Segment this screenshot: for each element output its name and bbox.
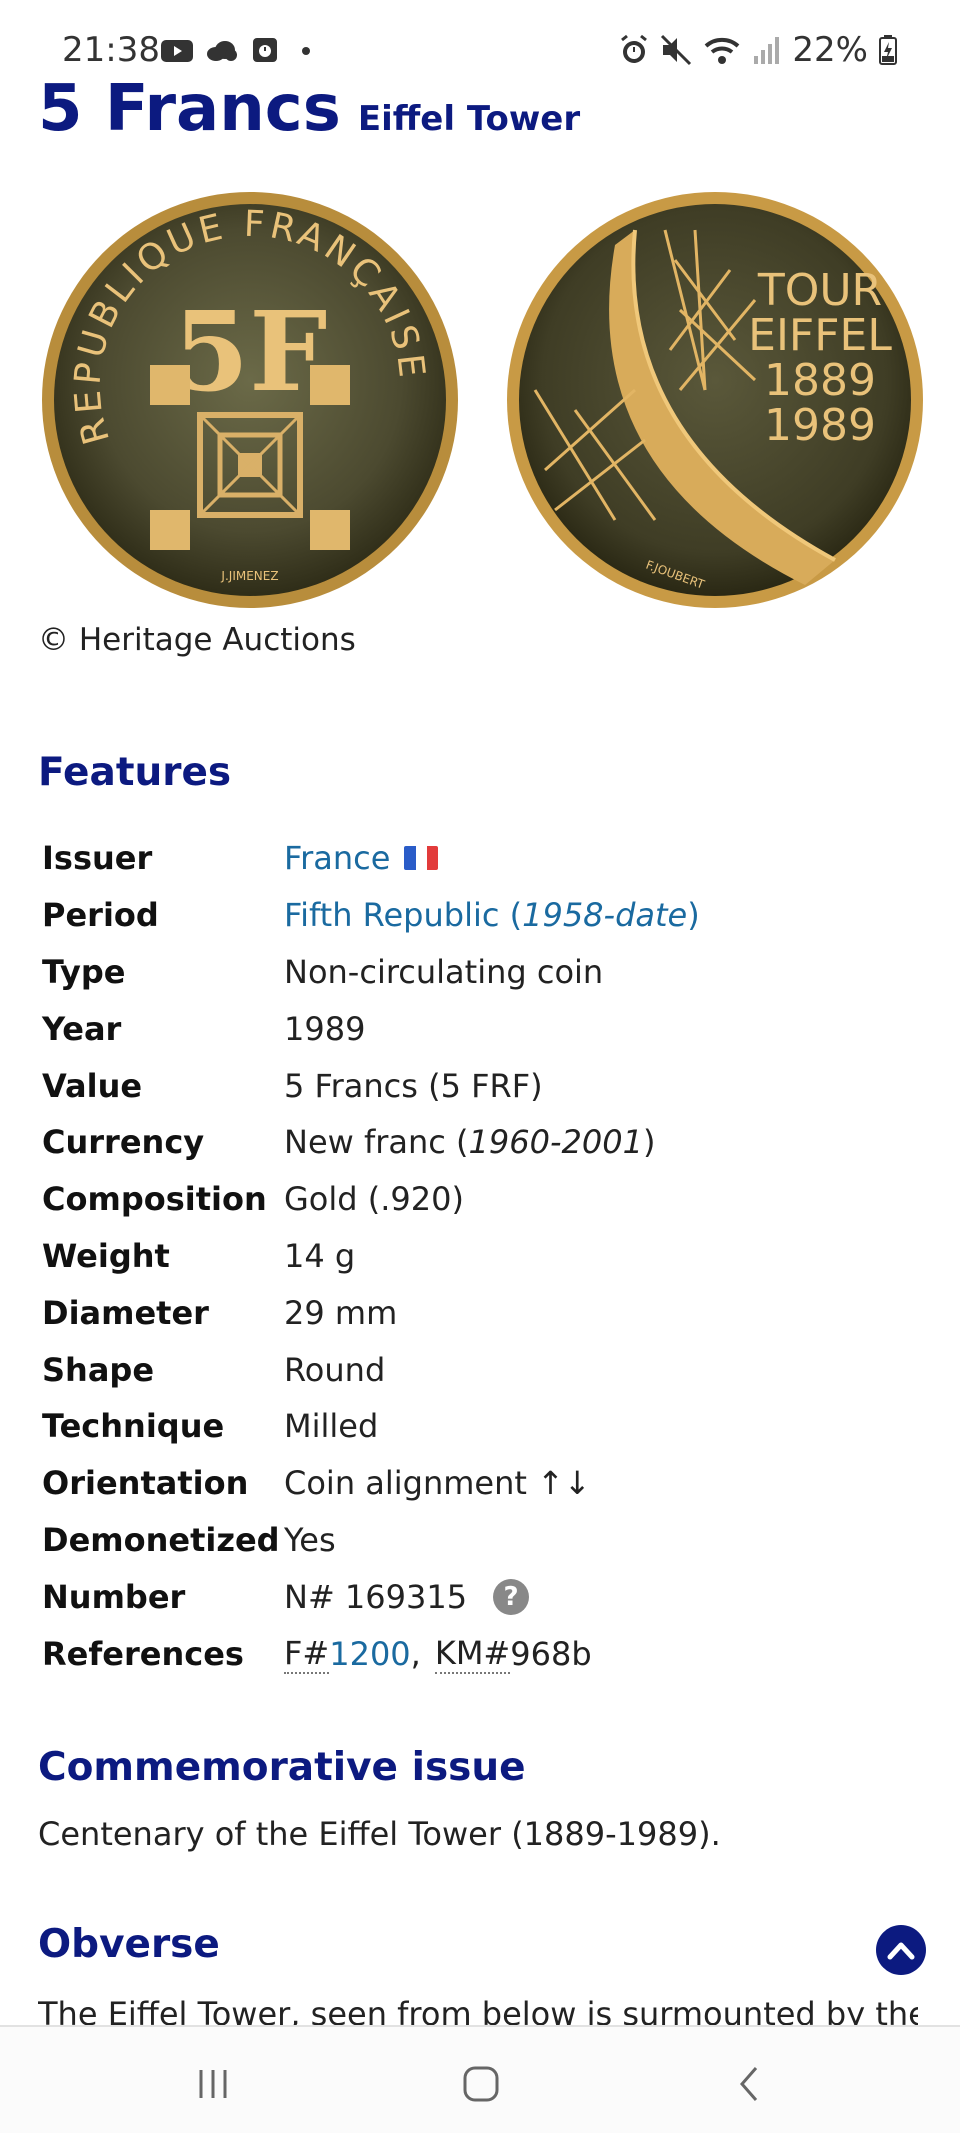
page-title: 5 Francs Eiffel Tower [38,72,580,146]
feature-label: Orientation [42,1464,249,1503]
reverse-line-4: 1989 [764,400,876,451]
system-nav-bar [0,2025,960,2133]
status-left-icons [160,36,326,64]
ref-km-abbr: KM# [434,1633,511,1674]
chevron-up-icon [887,1942,915,1960]
recent-apps-button[interactable] [183,2059,243,2109]
features-table: Issuer France Period Fifth Republic (195… [42,830,922,1682]
feature-value: Yes [284,1520,336,1559]
feature-row-demonetized: Demonetized Yes [42,1512,922,1569]
feature-row-period: Period Fifth Republic (1958-date) [42,887,922,944]
battery-icon [879,35,897,65]
mute-icon [661,34,692,66]
feature-row-weight: Weight 14 g [42,1228,922,1285]
feature-label: Year [42,1009,122,1048]
recent-apps-icon [199,2070,227,2098]
feature-label: Diameter [42,1293,209,1332]
feature-row-references: References F# 1200 , KM# 968b [42,1625,922,1682]
feature-value: 5 Francs (5 FRF) [284,1066,543,1105]
features-heading: Features [38,750,232,795]
ref-f-link[interactable]: 1200 [329,1635,410,1673]
number-value: N# 169315 [284,1577,468,1616]
feature-label: References [42,1634,244,1673]
back-icon [740,2067,758,2101]
feature-label: Shape [42,1350,155,1389]
commemorative-heading: Commemorative issue [38,1745,526,1790]
title-main: 5 Francs [38,72,341,146]
obverse-center: 5F [173,287,328,416]
feature-row-number: Number N# 169315 ? [42,1568,922,1625]
feature-row-type: Type Non-circulating coin [42,944,922,1001]
feature-row-technique: Technique Milled [42,1398,922,1455]
feature-value: 29 mm [284,1293,398,1332]
obverse-text: The Eiffel Tower, seen from below is sur… [38,1995,918,2025]
feature-value: 1989 [284,1009,366,1048]
reverse-line-1: TOUR [757,265,882,316]
feature-row-diameter: Diameter 29 mm [42,1284,922,1341]
scroll-to-top-button[interactable] [876,1925,926,1975]
feature-value: Non-circulating coin [284,952,604,991]
feature-value: Milled [284,1407,379,1446]
clock-app-icon [253,38,277,62]
ref-separator: , [410,1634,421,1673]
feature-label: Period [42,896,159,935]
feature-value: F# 1200 , KM# 968b [284,1634,592,1674]
feature-label: Technique [42,1407,225,1446]
feature-label: Number [42,1577,186,1616]
back-button[interactable] [720,2059,780,2109]
feature-value: Gold (.920) [284,1180,464,1219]
status-right: 22% [618,30,898,70]
feature-label: Composition [42,1180,267,1219]
home-icon [463,2066,499,2102]
cloud-icon [207,41,237,61]
feature-value: Fifth Republic (1958-date) [284,896,700,934]
feature-label: Issuer [42,839,153,878]
home-button[interactable] [451,2059,511,2109]
coin-images: REPUBLIQUE FRANÇAISE 5F J.JIMENEZ TOUR E… [40,185,923,615]
feature-label: Currency [42,1123,205,1162]
period-link[interactable]: Fifth Republic (1958-date) [284,896,700,934]
commemorative-text: Centenary of the Eiffel Tower (1889-1989… [38,1815,721,1853]
ref-km-number: 968b [510,1634,592,1673]
feature-label: Value [42,1066,143,1105]
feature-row-orientation: Orientation Coin alignment ↑↓ [42,1455,922,1512]
status-time: 21:38 [62,30,160,70]
feature-value: New franc (1960-2001) [284,1123,656,1162]
feature-row-issuer: Issuer France [42,830,922,887]
feature-value: 14 g [284,1236,356,1275]
reverse-line-3: 1889 [764,355,876,406]
france-flag-icon [404,846,439,871]
help-icon[interactable]: ? [493,1578,530,1615]
ref-f-abbr: F# [284,1633,330,1674]
feature-row-shape: Shape Round [42,1341,922,1398]
feature-row-composition: Composition Gold (.920) [42,1171,922,1228]
obverse-signature: J.JIMENEZ [220,569,278,583]
reverse-line-2: EIFFEL [748,310,892,361]
feature-label: Weight [42,1236,170,1275]
image-copyright: © Heritage Auctions [38,622,356,658]
battery-percent: 22% [792,30,868,70]
wifi-icon [705,37,740,64]
coin-reverse-image[interactable]: TOUR EIFFEL 1889 1989 F.JOUBERT [505,190,925,610]
title-sub: Eiffel Tower [357,99,581,139]
feature-value: France [284,839,439,877]
feature-label: Demonetized [42,1520,280,1559]
feature-value: Coin alignment ↑↓ [284,1464,591,1503]
feature-label: Type [42,952,126,991]
dot-icon [302,47,310,55]
status-bar: 21:38 22% [0,0,960,80]
feature-row-currency: Currency New franc (1960-2001) [42,1114,922,1171]
coin-obverse-image[interactable]: REPUBLIQUE FRANÇAISE 5F J.JIMENEZ [40,190,460,610]
signal-icon [754,37,780,64]
alarm-icon [621,34,648,63]
feature-row-year: Year 1989 [42,1000,922,1057]
feature-row-value: Value 5 Francs (5 FRF) [42,1057,922,1114]
youtube-icon [161,40,193,62]
issuer-link[interactable]: France [284,839,390,877]
feature-value: N# 169315 ? [284,1577,530,1616]
feature-value: Round [284,1350,386,1389]
obverse-heading: Obverse [38,1922,220,1967]
